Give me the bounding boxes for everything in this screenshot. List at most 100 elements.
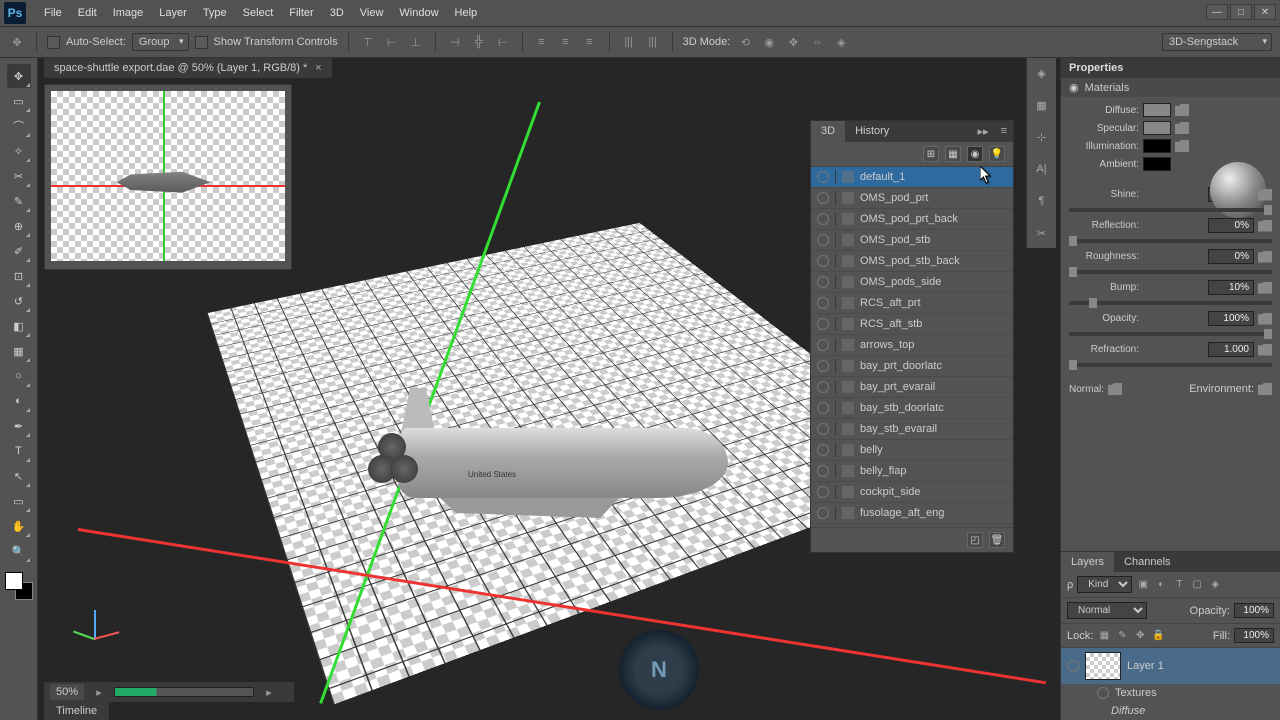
tab-3d[interactable]: 3D bbox=[811, 121, 845, 142]
reflection-slider[interactable] bbox=[1069, 239, 1272, 243]
diffuse-folder-icon[interactable] bbox=[1175, 104, 1189, 116]
filter-material-icon[interactable]: ◉ bbox=[967, 146, 983, 162]
layer-thumbnail[interactable] bbox=[1085, 652, 1121, 680]
visibility-icon[interactable] bbox=[817, 486, 829, 498]
shuttle-3d-model[interactable]: United States bbox=[368, 398, 748, 538]
3d-item-OMS_pod_prt[interactable]: OMS_pod_prt bbox=[811, 188, 1013, 209]
layer-visibility-icon[interactable] bbox=[1067, 660, 1079, 672]
3d-roll-icon[interactable]: ◉ bbox=[760, 33, 778, 51]
3d-item-bay_stb_doorlatc[interactable]: bay_stb_doorlatc bbox=[811, 398, 1013, 419]
fill-input[interactable] bbox=[1234, 628, 1274, 643]
3d-object-list[interactable]: default_1OMS_pod_prtOMS_pod_prt_backOMS_… bbox=[811, 167, 1013, 527]
visibility-icon[interactable] bbox=[817, 234, 829, 246]
lock-all-icon[interactable]: 🔒 bbox=[1151, 629, 1165, 643]
menu-select[interactable]: Select bbox=[235, 3, 282, 23]
layer-item-layer1[interactable]: Layer 1 bbox=[1061, 648, 1280, 684]
filter-shape-icon[interactable]: ▢ bbox=[1190, 578, 1204, 592]
timeline-end-icon[interactable]: ▸ bbox=[260, 683, 278, 701]
hand-tool[interactable]: ✋ bbox=[7, 514, 31, 538]
strip-para-icon[interactable]: ¶ bbox=[1033, 192, 1051, 210]
filter-adjust-icon[interactable]: ◐ bbox=[1154, 578, 1168, 592]
wand-tool[interactable]: ✧ bbox=[7, 139, 31, 163]
align-hcenter-icon[interactable]: ╬ bbox=[470, 33, 488, 51]
reflection-folder-icon[interactable] bbox=[1258, 220, 1272, 232]
history-brush-tool[interactable]: ↺ bbox=[7, 289, 31, 313]
visibility-icon[interactable] bbox=[817, 360, 829, 372]
menu-edit[interactable]: Edit bbox=[70, 3, 105, 23]
tab-channels[interactable]: Channels bbox=[1114, 552, 1180, 572]
workspace-dropdown[interactable]: 3D-Sengstack bbox=[1162, 33, 1272, 51]
bump-input[interactable] bbox=[1208, 280, 1254, 295]
timeline-play-icon[interactable]: ▸ bbox=[90, 683, 108, 701]
menu-filter[interactable]: Filter bbox=[281, 3, 321, 23]
lock-transparent-icon[interactable]: ▦ bbox=[1097, 629, 1111, 643]
visibility-icon[interactable] bbox=[817, 276, 829, 288]
3d-item-OMS_pod_prt_back[interactable]: OMS_pod_prt_back bbox=[811, 209, 1013, 230]
3d-pan-icon[interactable]: ✥ bbox=[784, 33, 802, 51]
layer-textures-group[interactable]: Textures bbox=[1061, 684, 1280, 702]
axis-gizmo[interactable] bbox=[80, 600, 120, 640]
distribute-3-icon[interactable]: ≡ bbox=[581, 33, 599, 51]
3d-item-RCS_aft_stb[interactable]: RCS_aft_stb bbox=[811, 314, 1013, 335]
pen-tool[interactable]: ✒ bbox=[7, 414, 31, 438]
stamp-tool[interactable]: ⊡ bbox=[7, 264, 31, 288]
crop-tool[interactable]: ✂ bbox=[7, 164, 31, 188]
strip-mesh-icon[interactable]: ▦ bbox=[1033, 96, 1051, 114]
heal-tool[interactable]: ⊕ bbox=[7, 214, 31, 238]
zoom-value[interactable]: 50% bbox=[50, 684, 84, 700]
tab-layers[interactable]: Layers bbox=[1061, 552, 1114, 572]
3d-item-arrows_top[interactable]: arrows_top bbox=[811, 335, 1013, 356]
3d-item-bay_prt_doorlatc[interactable]: bay_prt_doorlatc bbox=[811, 356, 1013, 377]
auto-select-checkbox[interactable] bbox=[47, 36, 60, 49]
path-tool[interactable]: ↖ bbox=[7, 464, 31, 488]
diffuse-swatch[interactable] bbox=[1143, 103, 1171, 117]
layer-opacity-input[interactable] bbox=[1234, 603, 1274, 618]
3d-item-RCS_aft_prt[interactable]: RCS_aft_prt bbox=[811, 293, 1013, 314]
ambient-swatch[interactable] bbox=[1143, 157, 1171, 171]
visibility-icon[interactable] bbox=[817, 423, 829, 435]
blur-tool[interactable]: ○ bbox=[7, 364, 31, 388]
illumination-folder-icon[interactable] bbox=[1175, 140, 1189, 152]
move-tool[interactable]: ✥ bbox=[7, 64, 31, 88]
menu-view[interactable]: View bbox=[352, 3, 392, 23]
visibility-icon[interactable] bbox=[817, 318, 829, 330]
visibility-icon[interactable] bbox=[817, 213, 829, 225]
visibility-icon[interactable] bbox=[817, 507, 829, 519]
menu-help[interactable]: Help bbox=[447, 3, 486, 23]
menu-image[interactable]: Image bbox=[105, 3, 152, 23]
filter-type-icon[interactable]: T bbox=[1172, 578, 1186, 592]
timeline-scrubber[interactable] bbox=[114, 687, 254, 697]
3d-rotate-icon[interactable]: ⟲ bbox=[736, 33, 754, 51]
normal-folder-icon[interactable] bbox=[1108, 383, 1122, 395]
shine-slider[interactable] bbox=[1069, 208, 1272, 212]
opacity-input[interactable] bbox=[1208, 311, 1254, 326]
align-right-icon[interactable]: ⊢ bbox=[494, 33, 512, 51]
environment-folder-icon[interactable] bbox=[1258, 383, 1272, 395]
refraction-folder-icon[interactable] bbox=[1258, 344, 1272, 356]
visibility-icon[interactable] bbox=[817, 444, 829, 456]
menu-layer[interactable]: Layer bbox=[151, 3, 195, 23]
3d-item-OMS_pod_stb[interactable]: OMS_pod_stb bbox=[811, 230, 1013, 251]
3d-item-bay_prt_evarail[interactable]: bay_prt_evarail bbox=[811, 377, 1013, 398]
timeline-tab[interactable]: Timeline bbox=[44, 702, 109, 720]
color-swatches[interactable] bbox=[5, 572, 33, 600]
marquee-tool[interactable]: ▭ bbox=[7, 89, 31, 113]
3d-slide-icon[interactable]: ⇔ bbox=[808, 33, 826, 51]
menu-window[interactable]: Window bbox=[391, 3, 446, 23]
tab-history[interactable]: History bbox=[845, 121, 899, 142]
3d-item-belly[interactable]: belly bbox=[811, 440, 1013, 461]
3d-item-fusolage_aft_eng[interactable]: fusolage_aft_eng bbox=[811, 503, 1013, 524]
bump-slider[interactable] bbox=[1069, 301, 1272, 305]
secondary-view[interactable] bbox=[44, 84, 292, 270]
filter-smart-icon[interactable]: ◈ bbox=[1208, 578, 1222, 592]
distribute-5-icon[interactable]: ||| bbox=[644, 33, 662, 51]
illumination-swatch[interactable] bbox=[1143, 139, 1171, 153]
strip-coord-icon[interactable]: ⊹ bbox=[1033, 128, 1051, 146]
lock-position-icon[interactable]: ✥ bbox=[1133, 629, 1147, 643]
layer-kind-dropdown[interactable]: Kind bbox=[1077, 576, 1132, 593]
panel-collapse-icon[interactable]: ▸▸ bbox=[972, 121, 995, 142]
align-bottom-icon[interactable]: ⊥ bbox=[407, 33, 425, 51]
distribute-4-icon[interactable]: ||| bbox=[620, 33, 638, 51]
document-close-icon[interactable]: × bbox=[315, 62, 321, 74]
align-top-icon[interactable]: ⊤ bbox=[359, 33, 377, 51]
